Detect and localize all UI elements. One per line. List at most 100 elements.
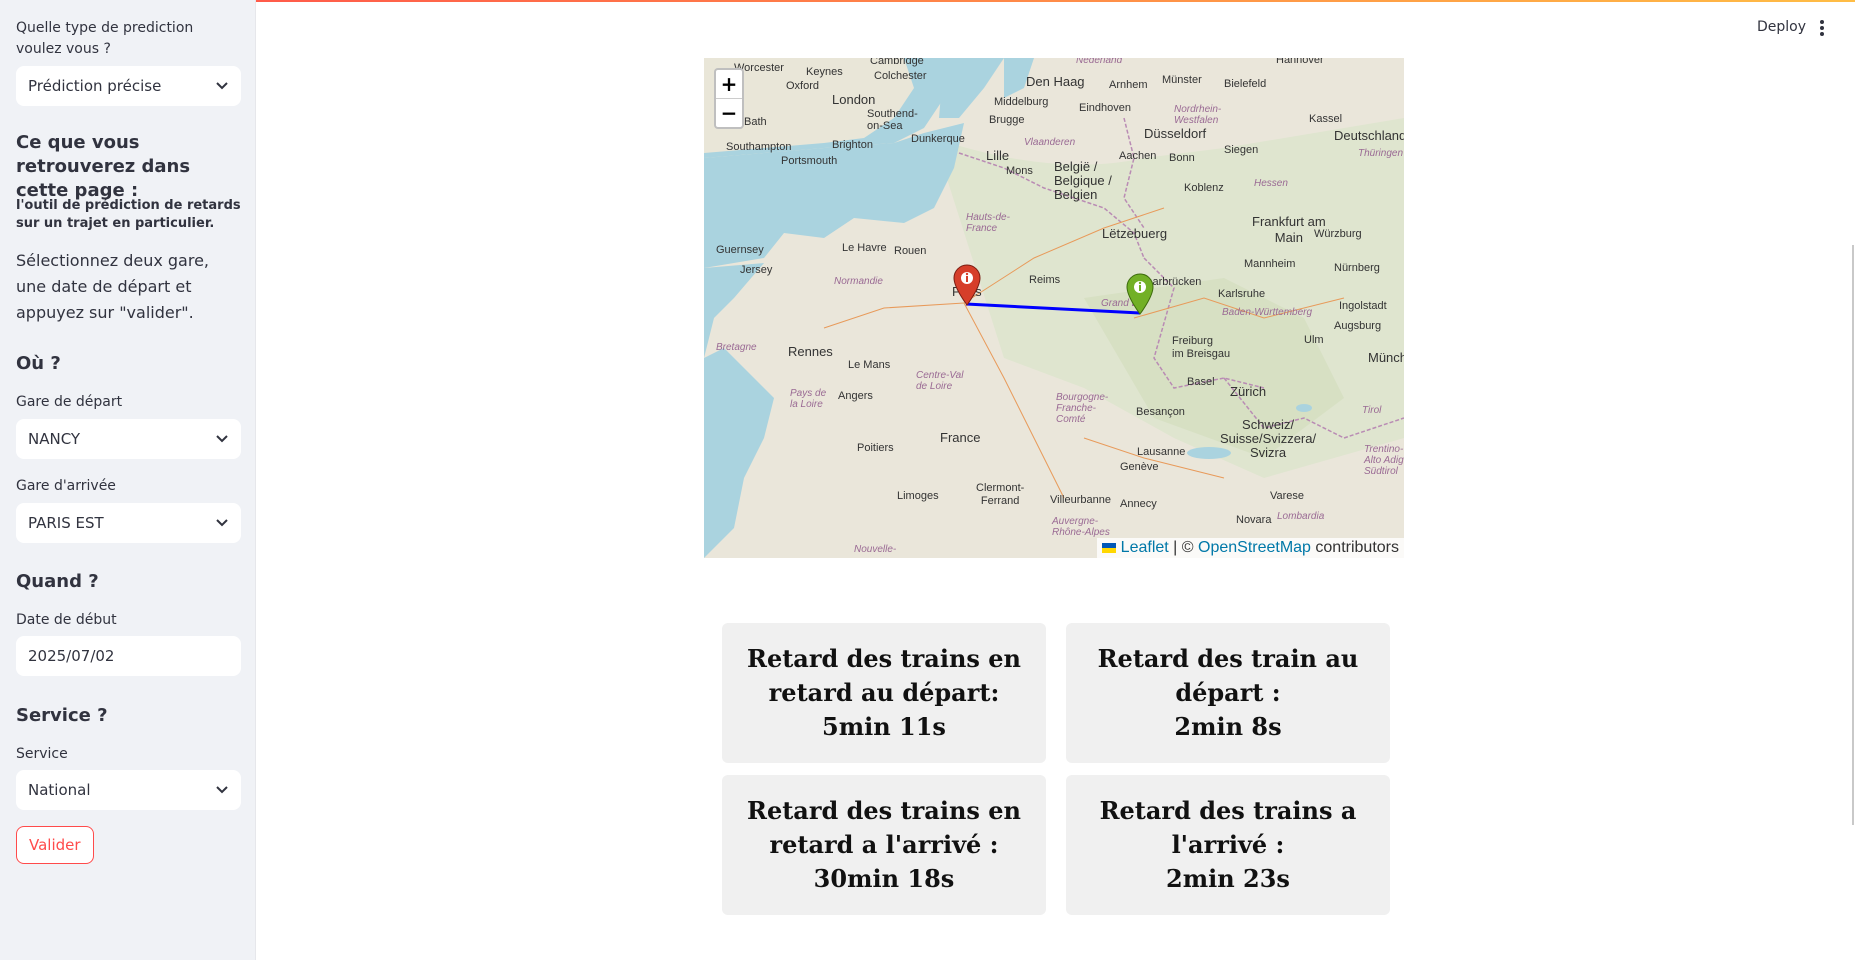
map-label: Lausanne [1137,446,1186,458]
map-label: Bourgogne- Franche- Comté [1056,392,1109,425]
card-value: 2min 8s [1174,712,1282,741]
departure-station-value: NANCY [28,430,81,448]
zoom-in-button[interactable]: + [716,70,742,99]
map-label: Schweiz/ Suisse/Svizzera/ Svizra [1220,417,1317,460]
map-label: Brugge [989,114,1025,126]
submit-button[interactable]: Valider [16,826,94,864]
service-select[interactable]: National [16,770,241,810]
map-label: Augsburg [1334,320,1382,332]
map-label: Düsseldorf [1144,126,1207,141]
map-label: Aachen [1119,150,1157,162]
map-label: Pays de la Loire [790,388,827,410]
map-label: Nürnberg [1334,262,1380,274]
service-value: National [28,781,91,799]
map-label: Würzburg [1314,228,1362,240]
service-heading: Service ? [16,705,108,726]
map-label: Normandie [834,276,883,287]
map-label: Centre-Val de Loire [916,370,964,392]
card-line: retard a l'arrivé : [769,830,999,859]
prediction-type-select[interactable]: Prédiction précise [16,66,241,106]
service-label: Service [16,746,68,762]
zoom-control: + − [714,68,744,129]
map-label: Limoges [897,490,939,502]
card-value: 5min 11s [822,712,946,741]
arrival-station-select[interactable]: PARIS EST [16,503,241,543]
card-line: Retard des trains en [747,796,1021,825]
map-label: Villeurbanne [1050,494,1111,506]
chevron-down-icon [216,519,228,527]
map-label: Arnhem [1109,79,1148,91]
map-label: Koblenz [1184,182,1224,194]
map-label: Hannover [1276,58,1324,66]
map-label: Dunkerque [911,133,965,145]
map-label: Nouvelle- [854,544,897,555]
map-label: Basel [1187,376,1215,388]
map-label: Vlaanderen [1024,137,1076,148]
map-label: Bretagne [716,342,757,353]
map-label: Varese [1270,490,1305,502]
map-label: Le Mans [848,359,891,371]
sidebar: Quelle type de prediction voulez vous ? … [0,0,256,960]
map-label: Southampton [726,141,792,153]
zoom-out-button[interactable]: − [716,99,742,127]
page-heading: Ce que vous retrouverez dans cette page … [16,132,191,201]
card-line: Retard des train au [1097,644,1359,673]
departure-station-select[interactable]: NANCY [16,419,241,459]
card-line: Retard des trains a [1099,796,1357,825]
map-label: Rouen [894,245,927,257]
openstreetmap-link[interactable]: OpenStreetMap [1198,539,1311,556]
departure-marker-icon[interactable] [1126,273,1154,315]
arrival-label: Gare d'arrivée [16,478,116,494]
chevron-down-icon [216,435,228,443]
map-label: Münche [1368,350,1404,365]
delay-card-arrival: Retard des trains a l'arrivé : 2min 23s [1066,775,1390,915]
map-label: Hessen [1254,178,1288,189]
map-label: Lille [986,148,1010,163]
start-date-input[interactable]: 2025/07/02 [16,636,241,676]
map-label: Kassel [1309,113,1343,125]
map-label: Münster [1162,74,1202,86]
map-label: Thüringen [1358,148,1404,159]
map-label: Auvergne- Rhône-Alpes [1052,516,1110,538]
map-label: Den Haag [1026,74,1085,89]
map-label: Ulm [1304,334,1324,346]
delay-card-departure: Retard des train au départ : 2min 8s [1066,623,1390,763]
map-label: London [832,92,876,107]
map-label: Besançon [1136,406,1185,418]
arrival-marker-icon[interactable] [953,264,981,306]
scrollbar[interactable] [1852,245,1854,825]
map-label: Trentino- Alto Adige/ Südtirol [1364,444,1404,477]
more-menu-icon[interactable] [1817,18,1827,38]
top-decoration-bar [0,0,1855,2]
map[interactable]: Worcester Cambridge Colchester Keynes Ox… [704,58,1404,558]
map-label: Bonn [1169,152,1195,164]
map-label: Mons [1006,165,1033,177]
map-label: Guernsey [716,244,764,256]
map-label: Hauts-de- France [966,212,1010,234]
map-label: Middelburg [994,96,1049,108]
map-attribution: Leaflet | © OpenStreetMap contributors [1097,538,1404,558]
delay-card-late-departure: Retard des trains en retard au départ: 5mi… [722,623,1046,763]
card-line: Retard des trains en [747,644,1021,673]
map-label: Jersey [740,264,773,276]
map-label: Novara [1236,514,1272,526]
map-label: Freiburg im Breisgau [1172,335,1231,360]
card-line: retard au départ: [768,678,1000,707]
chevron-down-icon [216,82,228,90]
map-label: Mannheim [1244,258,1296,270]
map-label: Eindhoven [1079,102,1131,114]
prediction-type-label: Quelle type de prediction voulez vous ? [16,20,194,57]
map-label: België / Belgique / Belgien [1054,159,1112,202]
map-label: Rennes [788,344,833,359]
deploy-button[interactable]: Deploy [1757,19,1806,35]
map-label: Nordrhein- Westfalen [1174,104,1222,126]
attribution-suffix: contributors [1310,539,1399,556]
map-label: Bielefeld [1224,78,1267,90]
map-label: Annecy [1120,498,1157,510]
card-value: 2min 23s [1166,864,1290,893]
map-label: Baden-Württemberg [1222,307,1313,318]
map-label: Karlsruhe [1218,288,1266,300]
map-label: Reims [1029,274,1061,286]
leaflet-link[interactable]: Leaflet [1121,539,1169,556]
map-label: Portsmouth [781,155,838,167]
